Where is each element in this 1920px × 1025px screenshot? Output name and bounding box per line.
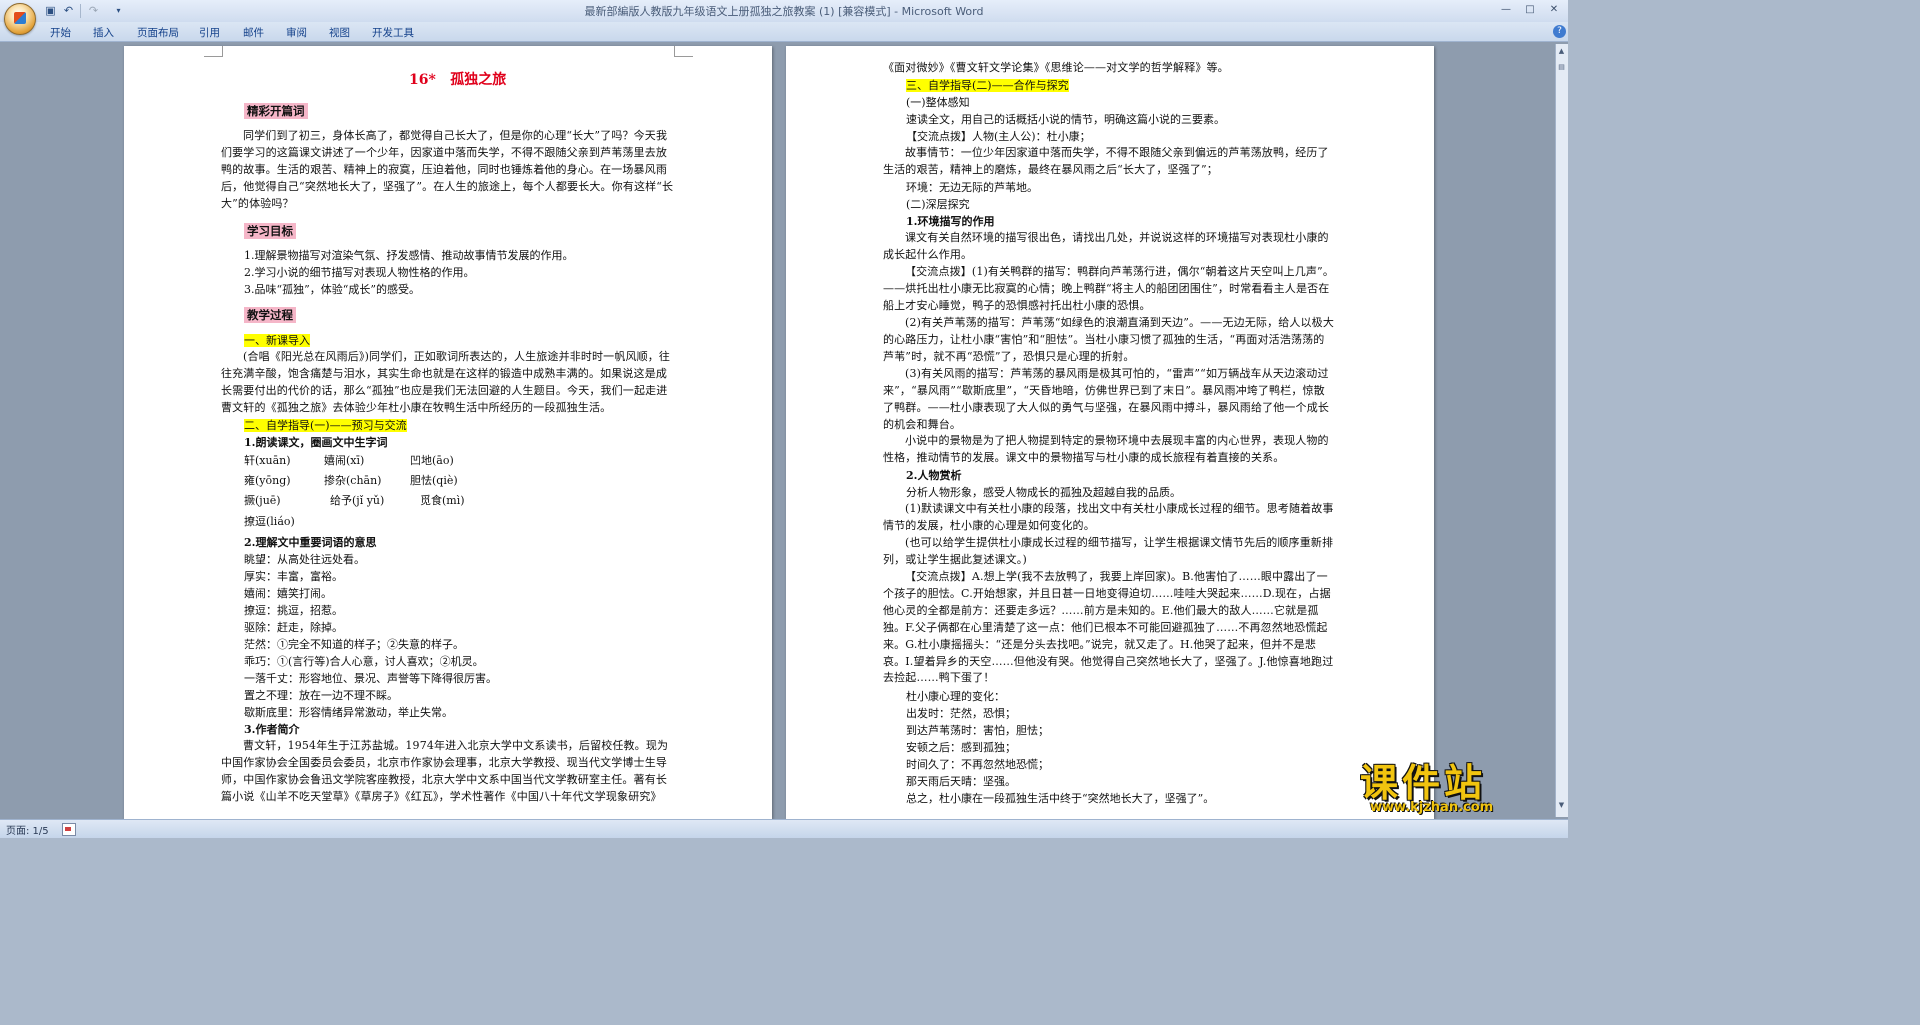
goal-item: 2.学习小说的细节描写对表现人物性格的作用。 — [244, 266, 475, 279]
watermark: 课件站 www.kjzhan.com — [1360, 752, 1560, 832]
question-1: 1.朗读课文，圈画文中生字词 — [244, 436, 388, 449]
paragraph: 小说中的景物是为了把人物提到特定的景物环境中去展现丰富的内心世界，表现人物的性格… — [883, 434, 1329, 464]
scroll-up-icon[interactable]: ▲ — [1556, 46, 1567, 57]
paragraph: 【交流点拨】(1)有关鸭群的描写：鸭群向芦苇荡行进，偶尔“朝着这片天空叫上几声”… — [883, 265, 1334, 312]
maximize-button[interactable]: □ — [1519, 2, 1541, 18]
tab-review[interactable]: 审阅 — [286, 25, 307, 40]
paragraph: 总之，杜小康在一段孤独生活中终于“突然地长大了，坚强了”。 — [906, 792, 1215, 805]
definition-item: 一落千丈：形容地位、景况、声誉等下降得很厉害。 — [244, 672, 497, 685]
document-page-2[interactable]: 《面对微妙》《曹文轩文学论集》《思维论——对文学的哲学解释》等。 三、自学指导(… — [786, 46, 1434, 819]
definition-item: 茫然：①完全不知道的样子；②失意的样子。 — [244, 638, 464, 651]
ruler-toggle-icon[interactable]: ▤ — [1556, 62, 1567, 73]
paragraph: 环境：无边无际的芦苇地。 — [906, 181, 1038, 194]
proofing-icon[interactable] — [62, 823, 76, 836]
paragraph: (1)默读课文中有关杜小康的段落，找出文中有关杜小康成长过程的细节。思考随着故事… — [883, 502, 1334, 532]
paragraph: (3)有关风雨的描写：芦苇荡的暴风雨是极其可怕的，“雷声”“如万辆战车从天边滚动… — [883, 367, 1329, 431]
question-3: 3.作者简介 — [244, 723, 300, 736]
definition-item: 乖巧：①(言行等)合人心意，讨人喜欢；②机灵。 — [244, 655, 484, 668]
margin-corner-mark — [674, 46, 693, 57]
definition-item: 置之不理：放在一边不理不睬。 — [244, 689, 398, 702]
word-item: 凹地(āo) — [410, 454, 454, 467]
office-logo-icon — [14, 12, 26, 24]
paragraph: 那天雨后天晴：坚强。 — [906, 775, 1016, 788]
paragraph: 安顿之后：感到孤独； — [906, 741, 1016, 754]
heading-goals: 学习目标 — [244, 223, 296, 239]
heading-process: 教学过程 — [244, 307, 296, 323]
tab-home[interactable]: 开始 — [50, 25, 71, 40]
section-intro-heading: 一、新课导入 — [244, 334, 310, 347]
word-item: 胆怯(qiè) — [410, 474, 458, 487]
paragraph: 出发时：茫然，恐惧； — [906, 707, 1016, 720]
subheading: (二)深层探究 — [906, 198, 970, 211]
paragraph: 【交流点拨】人物(主人公)：杜小康； — [906, 130, 1091, 143]
margin-corner-mark — [204, 46, 223, 57]
definition-item: 歇斯底里：形容情绪异常激动，举止失常。 — [244, 706, 453, 719]
tab-developer[interactable]: 开发工具 — [372, 25, 414, 40]
watermark-logo-text: 课件站 — [1360, 761, 1487, 805]
tab-page-layout[interactable]: 页面布局 — [137, 25, 179, 40]
document-page-1[interactable]: 16* 孤独之旅 精彩开篇词 同学们到了初三，身体长高了，都觉得自己长大了，但是… — [124, 46, 772, 819]
paragraph: 故事情节：一位少年因家道中落而失学，不得不跟随父亲到偏远的芦苇荡放鸭，经历了生活… — [883, 146, 1329, 176]
close-button[interactable]: ✕ — [1543, 2, 1565, 18]
section-self-study-heading: 二、自学指导(一)——预习与交流 — [244, 419, 407, 432]
subheading: (一)整体感知 — [906, 96, 970, 109]
word-item: 轩(xuān) — [244, 454, 291, 467]
word-item: 给予(jǐ yǔ) — [330, 494, 385, 507]
goal-item: 3.品味“孤独”，体验“成长”的感受。 — [244, 283, 420, 296]
section-explore-heading: 三、自学指导(二)——合作与探究 — [906, 79, 1069, 92]
page-title: 16* 孤独之旅 — [409, 71, 506, 89]
ribbon-tabs: 开始 插入 页面布局 引用 邮件 审阅 视图 开发工具 — [0, 22, 1568, 42]
help-icon[interactable]: ? — [1553, 25, 1566, 38]
paragraph: 分析人物形象，感受人物成长的孤独及超越自我的品质。 — [906, 486, 1181, 499]
window-title: 最新部編版人教版九年级语文上册孤独之旅教案 (1) [兼容模式] - Micro… — [584, 5, 984, 18]
goal-item: 1.理解景物描写对渲染气氛、抒发感情、推动故事情节发展的作用。 — [244, 249, 574, 262]
word-item: 雍(yōng) — [244, 474, 291, 487]
status-bar: 页面: 1/5 — [0, 819, 1568, 838]
word-item: 撩逗(liáo) — [244, 515, 295, 528]
author-continued: 《面对微妙》《曹文轩文学论集》《思维论——对文学的哲学解释》等。 — [883, 61, 1229, 74]
tab-insert[interactable]: 插入 — [93, 25, 114, 40]
question-2: 2.理解文中重要词语的意思 — [244, 536, 377, 549]
minimize-button[interactable]: — — [1495, 2, 1517, 18]
office-button[interactable] — [4, 3, 36, 35]
title-number: 16* — [409, 72, 436, 88]
paragraph: 到达芦苇荡时：害怕，胆怯； — [906, 724, 1049, 737]
word-item: 嬉闹(xī) — [324, 454, 365, 467]
subheading: 2.人物赏析 — [906, 469, 962, 482]
paragraph: (也可以给学生提供杜小康成长过程的细节描写，让学生根据课文情节先后的顺序重新排列… — [883, 536, 1334, 566]
heading-intro: 精彩开篇词 — [244, 103, 308, 119]
paragraph: 杜小康心理的变化： — [906, 690, 1005, 703]
definition-item: 眺望：从高处往远处看。 — [244, 553, 365, 566]
title-text: 孤独之旅 — [450, 72, 507, 88]
watermark-url: www.kjzhan.com — [1370, 800, 1494, 815]
tab-references[interactable]: 引用 — [199, 25, 220, 40]
paragraph: (2)有关芦苇荡的描写：芦苇荡“如绿色的浪潮直涌到天边”。——无边无际，给人以极… — [883, 316, 1334, 363]
paragraph: 课文有关自然环境的描写很出色，请找出几处，并说说这样的环境描写对表现杜小康的成长… — [883, 231, 1329, 261]
tab-mailings[interactable]: 邮件 — [243, 25, 264, 40]
tab-view[interactable]: 视图 — [329, 25, 350, 40]
author-paragraph: 曹文轩，1954年生于江苏盐城。1974年进入北京大学中文系读书，后留校任教。现… — [221, 739, 669, 803]
subheading: 1.环境描写的作用 — [906, 215, 995, 228]
vertical-scrollbar[interactable] — [1555, 44, 1568, 817]
paragraph: 速读全文，用自己的话概括小说的情节，明确这篇小说的三要素。 — [906, 113, 1225, 126]
paragraph: 【交流点拨】A.想上学(我不去放鸭了，我要上岸回家)。B.他害怕了……眼中露出了… — [883, 570, 1334, 685]
definition-item: 驱除：赶走，除掉。 — [244, 621, 343, 634]
word-item: 觅食(mì) — [420, 494, 465, 507]
intro-paragraph: 同学们到了初三，身体长高了，都觉得自己长大了，但是你的心理“长大”了吗？今天我们… — [221, 129, 674, 210]
paragraph: 时间久了：不再忽然地恐慌； — [906, 758, 1049, 771]
word-item: 掺杂(chān) — [324, 474, 382, 487]
word-item: 撅(juē) — [244, 494, 281, 507]
title-bar: ▣ ↶ ↷ ▾ 最新部編版人教版九年级语文上册孤独之旅教案 (1) [兼容模式]… — [0, 0, 1568, 22]
definition-item: 厚实：丰富，富裕。 — [244, 570, 343, 583]
definition-item: 嬉闹：嬉笑打闹。 — [244, 587, 332, 600]
section-intro-text: (合唱《阳光总在风雨后》)同学们，正如歌词所表达的，人生旅途并非时时一帆风顺，往… — [221, 350, 671, 414]
page-indicator[interactable]: 页面: 1/5 — [6, 822, 49, 837]
definition-item: 撩逗：挑逗，招惹。 — [244, 604, 343, 617]
